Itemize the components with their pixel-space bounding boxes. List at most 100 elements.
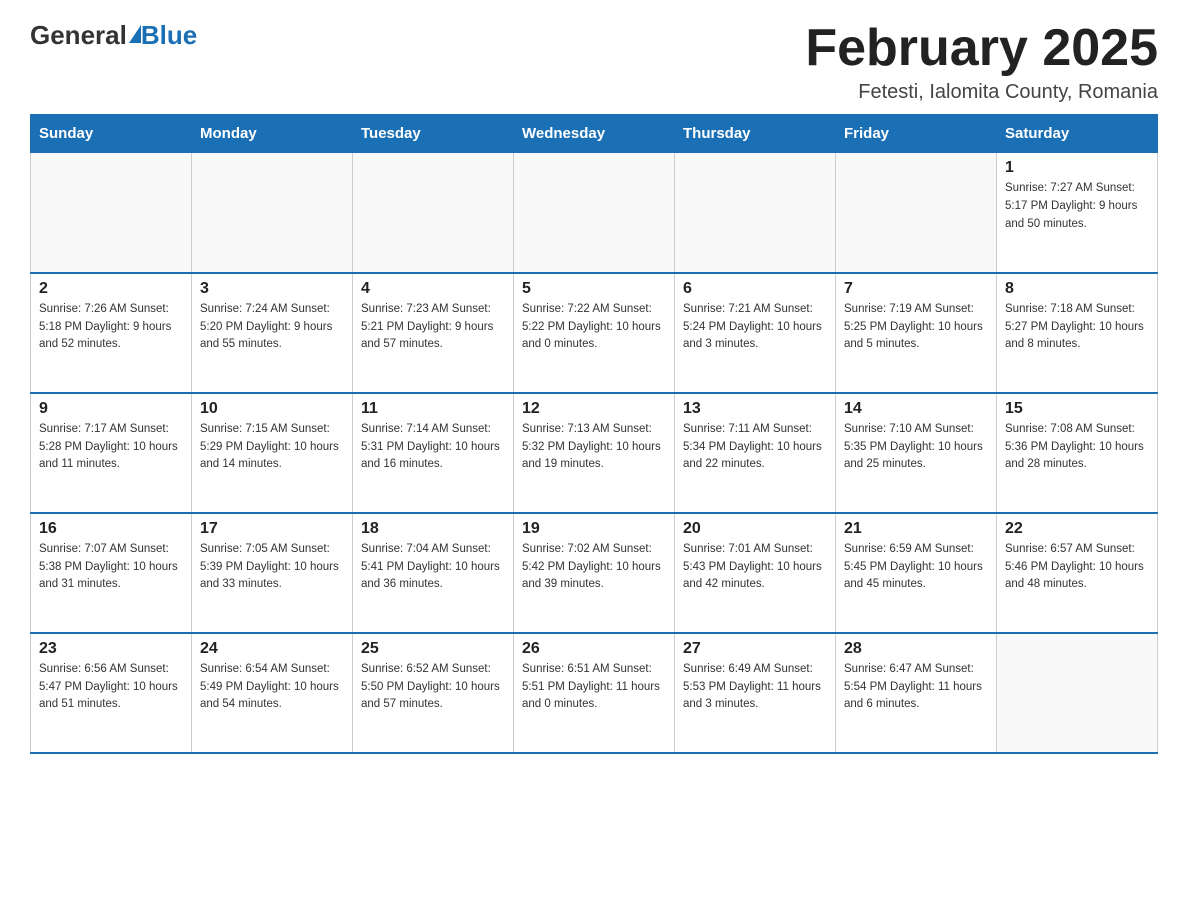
day-info: Sunrise: 7:22 AM Sunset: 5:22 PM Dayligh… bbox=[522, 301, 666, 354]
day-number: 9 bbox=[39, 400, 183, 418]
calendar-week-row: 23 Sunrise: 6:56 AM Sunset: 5:47 PM Dayli… bbox=[31, 633, 1158, 753]
day-info: Sunrise: 7:05 AM Sunset: 5:39 PM Dayligh… bbox=[200, 541, 344, 594]
day-info: Sunrise: 7:04 AM Sunset: 5:41 PM Dayligh… bbox=[361, 541, 505, 594]
weekday-header-row: SundayMondayTuesdayWednesdayThursdayFrid… bbox=[31, 115, 1158, 153]
day-info: Sunrise: 7:07 AM Sunset: 5:38 PM Dayligh… bbox=[39, 541, 183, 594]
day-number: 27 bbox=[683, 640, 827, 658]
calendar-day-cell: 8 Sunrise: 7:18 AM Sunset: 5:27 PM Daylig… bbox=[997, 273, 1158, 393]
day-info: Sunrise: 7:27 AM Sunset: 5:17 PM Dayligh… bbox=[1005, 180, 1149, 233]
day-info: Sunrise: 7:01 AM Sunset: 5:43 PM Dayligh… bbox=[683, 541, 827, 594]
day-number: 20 bbox=[683, 520, 827, 538]
day-number: 4 bbox=[361, 280, 505, 298]
logo-triangle-icon bbox=[129, 25, 141, 43]
calendar-day-cell: 27 Sunrise: 6:49 AM Sunset: 5:53 PM Dayli… bbox=[675, 633, 836, 753]
day-number: 2 bbox=[39, 280, 183, 298]
day-info: Sunrise: 7:13 AM Sunset: 5:32 PM Dayligh… bbox=[522, 421, 666, 474]
logo-blue-text: Blue bbox=[141, 20, 197, 51]
location-subtitle: Fetesti, Ialomita County, Romania bbox=[805, 81, 1158, 104]
calendar-day-cell: 17 Sunrise: 7:05 AM Sunset: 5:39 PM Dayli… bbox=[192, 513, 353, 633]
day-info: Sunrise: 6:57 AM Sunset: 5:46 PM Dayligh… bbox=[1005, 541, 1149, 594]
weekday-header-thursday: Thursday bbox=[675, 115, 836, 153]
calendar-day-cell: 1 Sunrise: 7:27 AM Sunset: 5:17 PM Daylig… bbox=[997, 153, 1158, 273]
calendar-week-row: 16 Sunrise: 7:07 AM Sunset: 5:38 PM Dayli… bbox=[31, 513, 1158, 633]
calendar-header: SundayMondayTuesdayWednesdayThursdayFrid… bbox=[31, 115, 1158, 153]
calendar-day-cell: 23 Sunrise: 6:56 AM Sunset: 5:47 PM Dayli… bbox=[31, 633, 192, 753]
calendar-day-cell: 20 Sunrise: 7:01 AM Sunset: 5:43 PM Dayli… bbox=[675, 513, 836, 633]
day-info: Sunrise: 7:24 AM Sunset: 5:20 PM Dayligh… bbox=[200, 301, 344, 354]
calendar-day-cell: 3Sunrise: 7:24 AM Sunset: 5:20 PM Daylig… bbox=[192, 273, 353, 393]
calendar-week-row: 1 Sunrise: 7:27 AM Sunset: 5:17 PM Daylig… bbox=[31, 153, 1158, 273]
calendar-day-cell: 6Sunrise: 7:21 AM Sunset: 5:24 PM Daylig… bbox=[675, 273, 836, 393]
day-info: Sunrise: 7:17 AM Sunset: 5:28 PM Dayligh… bbox=[39, 421, 183, 474]
calendar-day-cell: 16 Sunrise: 7:07 AM Sunset: 5:38 PM Dayli… bbox=[31, 513, 192, 633]
title-block: February 2025 Fetesti, Ialomita County, … bbox=[805, 20, 1158, 104]
weekday-header-sunday: Sunday bbox=[31, 115, 192, 153]
day-info: Sunrise: 7:10 AM Sunset: 5:35 PM Dayligh… bbox=[844, 421, 988, 474]
weekday-header-tuesday: Tuesday bbox=[353, 115, 514, 153]
day-number: 14 bbox=[844, 400, 988, 418]
day-number: 16 bbox=[39, 520, 183, 538]
day-info: Sunrise: 7:26 AM Sunset: 5:18 PM Dayligh… bbox=[39, 301, 183, 354]
calendar-day-cell bbox=[675, 153, 836, 273]
calendar-day-cell: 14 Sunrise: 7:10 AM Sunset: 5:35 PM Dayli… bbox=[836, 393, 997, 513]
calendar-week-row: 2 Sunrise: 7:26 AM Sunset: 5:18 PM Daylig… bbox=[31, 273, 1158, 393]
calendar-day-cell: 18 Sunrise: 7:04 AM Sunset: 5:41 PM Dayli… bbox=[353, 513, 514, 633]
calendar-day-cell bbox=[514, 153, 675, 273]
calendar-day-cell: 25Sunrise: 6:52 AM Sunset: 5:50 PM Dayli… bbox=[353, 633, 514, 753]
day-info: Sunrise: 7:11 AM Sunset: 5:34 PM Dayligh… bbox=[683, 421, 827, 474]
calendar-body: 1 Sunrise: 7:27 AM Sunset: 5:17 PM Daylig… bbox=[31, 153, 1158, 753]
day-info: Sunrise: 7:15 AM Sunset: 5:29 PM Dayligh… bbox=[200, 421, 344, 474]
day-number: 13 bbox=[683, 400, 827, 418]
calendar-day-cell: 2 Sunrise: 7:26 AM Sunset: 5:18 PM Daylig… bbox=[31, 273, 192, 393]
day-number: 6 bbox=[683, 280, 827, 298]
weekday-header-saturday: Saturday bbox=[997, 115, 1158, 153]
calendar-day-cell: 15Sunrise: 7:08 AM Sunset: 5:36 PM Dayli… bbox=[997, 393, 1158, 513]
day-number: 18 bbox=[361, 520, 505, 538]
day-number: 19 bbox=[522, 520, 666, 538]
calendar-day-cell: 22 Sunrise: 6:57 AM Sunset: 5:46 PM Dayli… bbox=[997, 513, 1158, 633]
day-number: 17 bbox=[200, 520, 344, 538]
day-number: 23 bbox=[39, 640, 183, 658]
day-number: 25 bbox=[361, 640, 505, 658]
calendar-day-cell bbox=[192, 153, 353, 273]
calendar-day-cell: 10 Sunrise: 7:15 AM Sunset: 5:29 PM Dayli… bbox=[192, 393, 353, 513]
logo-general-text: General bbox=[30, 20, 127, 51]
calendar-day-cell bbox=[997, 633, 1158, 753]
calendar-week-row: 9 Sunrise: 7:17 AM Sunset: 5:28 PM Daylig… bbox=[31, 393, 1158, 513]
day-info: Sunrise: 7:23 AM Sunset: 5:21 PM Dayligh… bbox=[361, 301, 505, 354]
day-number: 26 bbox=[522, 640, 666, 658]
calendar-day-cell: 9 Sunrise: 7:17 AM Sunset: 5:28 PM Daylig… bbox=[31, 393, 192, 513]
calendar-day-cell: 13 Sunrise: 7:11 AM Sunset: 5:34 PM Dayli… bbox=[675, 393, 836, 513]
day-number: 1 bbox=[1005, 159, 1149, 177]
day-info: Sunrise: 7:19 AM Sunset: 5:25 PM Dayligh… bbox=[844, 301, 988, 354]
calendar-day-cell: 7Sunrise: 7:19 AM Sunset: 5:25 PM Daylig… bbox=[836, 273, 997, 393]
calendar-day-cell: 12 Sunrise: 7:13 AM Sunset: 5:32 PM Dayli… bbox=[514, 393, 675, 513]
calendar-day-cell: 4 Sunrise: 7:23 AM Sunset: 5:21 PM Daylig… bbox=[353, 273, 514, 393]
day-number: 5 bbox=[522, 280, 666, 298]
day-info: Sunrise: 6:54 AM Sunset: 5:49 PM Dayligh… bbox=[200, 661, 344, 714]
month-title: February 2025 bbox=[805, 20, 1158, 77]
logo: General Blue bbox=[30, 20, 197, 51]
logo-blue-part: Blue bbox=[127, 20, 197, 51]
day-info: Sunrise: 6:49 AM Sunset: 5:53 PM Dayligh… bbox=[683, 661, 827, 714]
day-info: Sunrise: 7:02 AM Sunset: 5:42 PM Dayligh… bbox=[522, 541, 666, 594]
calendar-day-cell: 5 Sunrise: 7:22 AM Sunset: 5:22 PM Daylig… bbox=[514, 273, 675, 393]
day-info: Sunrise: 6:51 AM Sunset: 5:51 PM Dayligh… bbox=[522, 661, 666, 714]
day-info: Sunrise: 6:56 AM Sunset: 5:47 PM Dayligh… bbox=[39, 661, 183, 714]
day-info: Sunrise: 7:18 AM Sunset: 5:27 PM Dayligh… bbox=[1005, 301, 1149, 354]
day-number: 28 bbox=[844, 640, 988, 658]
day-number: 10 bbox=[200, 400, 344, 418]
day-number: 8 bbox=[1005, 280, 1149, 298]
day-info: Sunrise: 7:08 AM Sunset: 5:36 PM Dayligh… bbox=[1005, 421, 1149, 474]
calendar-day-cell bbox=[31, 153, 192, 273]
weekday-header-wednesday: Wednesday bbox=[514, 115, 675, 153]
day-number: 11 bbox=[361, 400, 505, 418]
day-number: 12 bbox=[522, 400, 666, 418]
calendar-day-cell: 11Sunrise: 7:14 AM Sunset: 5:31 PM Dayli… bbox=[353, 393, 514, 513]
calendar-day-cell bbox=[836, 153, 997, 273]
day-number: 22 bbox=[1005, 520, 1149, 538]
calendar-day-cell: 19 Sunrise: 7:02 AM Sunset: 5:42 PM Dayli… bbox=[514, 513, 675, 633]
weekday-header-friday: Friday bbox=[836, 115, 997, 153]
calendar-day-cell: 26 Sunrise: 6:51 AM Sunset: 5:51 PM Dayli… bbox=[514, 633, 675, 753]
calendar-day-cell: 24Sunrise: 6:54 AM Sunset: 5:49 PM Dayli… bbox=[192, 633, 353, 753]
